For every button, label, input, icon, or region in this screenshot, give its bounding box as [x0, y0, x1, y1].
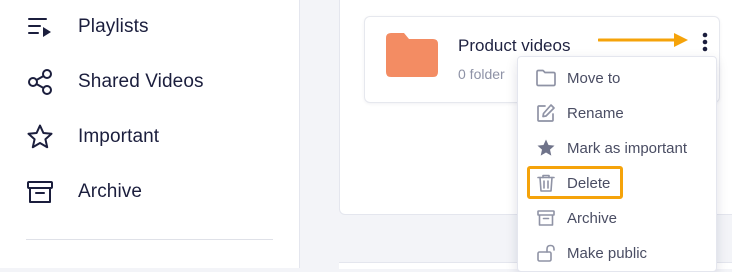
playlist-icon: [26, 13, 54, 41]
archive-icon: [536, 208, 556, 228]
more-options-button[interactable]: [696, 30, 714, 54]
sidebar-item-label: Shared Videos: [78, 71, 204, 92]
star-filled-icon: [536, 138, 556, 158]
sidebar-item-playlists[interactable]: Playlists: [26, 12, 286, 42]
sidebar-item-important[interactable]: Important: [26, 122, 286, 152]
folder-title[interactable]: Product videos: [458, 36, 570, 56]
menu-item-archive[interactable]: Archive: [518, 203, 716, 233]
trash-icon: [536, 173, 556, 193]
menu-item-rename[interactable]: Rename: [518, 98, 716, 128]
star-icon: [26, 123, 54, 151]
sidebar-item-archive[interactable]: Archive: [26, 177, 286, 207]
share-icon: [26, 68, 54, 96]
unlock-icon: [536, 243, 556, 263]
menu-item-label: Make public: [567, 244, 648, 262]
menu-item-label: Rename: [567, 104, 624, 122]
menu-item-label: Delete: [567, 174, 611, 192]
menu-item-delete[interactable]: Delete: [518, 168, 716, 198]
sidebar-item-label: Playlists: [78, 16, 149, 37]
archive-icon: [26, 178, 54, 206]
menu-item-label: Move to: [567, 69, 621, 87]
sidebar-divider: [26, 239, 273, 240]
sidebar: Playlists Shared Videos Important Archiv…: [0, 0, 300, 268]
folder-context-menu: Move to Rename Mark as important Delete …: [517, 56, 717, 272]
pointer-arrow-icon: [597, 32, 690, 53]
menu-item-make-public[interactable]: Make public: [518, 238, 716, 268]
menu-item-label: Archive: [567, 209, 618, 227]
sidebar-item-label: Archive: [78, 181, 143, 202]
sidebar-item-shared-videos[interactable]: Shared Videos: [26, 67, 286, 97]
folder-meta: 0 folder: [458, 66, 505, 82]
folder-icon: [536, 68, 556, 88]
menu-item-mark-as-important[interactable]: Mark as important: [518, 133, 716, 163]
edit-icon: [536, 103, 556, 123]
kebab-icon: [702, 32, 708, 52]
sidebar-item-label: Important: [78, 126, 160, 147]
folder-icon: [386, 33, 438, 82]
menu-item-move-to[interactable]: Move to: [518, 63, 716, 93]
menu-item-label: Mark as important: [567, 139, 688, 157]
